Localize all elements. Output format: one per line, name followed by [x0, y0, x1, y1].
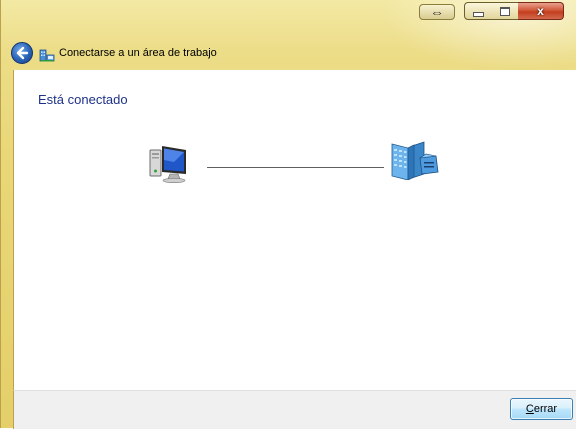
minimize-button[interactable]	[464, 2, 492, 20]
minimize-icon	[472, 11, 484, 17]
resize-button[interactable]: ⇔	[419, 4, 455, 20]
connection-line	[207, 167, 384, 168]
navigation-bar: Conectarse a un área de trabajo	[1, 36, 576, 70]
maximize-icon	[499, 6, 510, 16]
close-icon: x	[537, 4, 544, 18]
back-button[interactable]	[11, 42, 33, 64]
close-window-button[interactable]: x	[518, 2, 564, 20]
workplace-connection-icon	[39, 49, 55, 62]
computer-icon	[149, 146, 186, 183]
close-button[interactable]: Cerrar	[510, 398, 573, 420]
back-arrow-icon	[16, 46, 29, 60]
content-area: Está conectado	[13, 70, 576, 390]
wizard-title: Conectarse a un área de trabajo	[59, 47, 217, 59]
dialog-footer: Cerrar	[13, 390, 576, 429]
status-heading: Está conectado	[38, 92, 128, 107]
close-button-label: errar	[533, 403, 558, 415]
maximize-button[interactable]	[491, 2, 519, 20]
close-button-access-key: C	[525, 403, 534, 415]
double-arrow-icon: ⇔	[430, 4, 444, 20]
network-server-icon	[391, 141, 439, 180]
